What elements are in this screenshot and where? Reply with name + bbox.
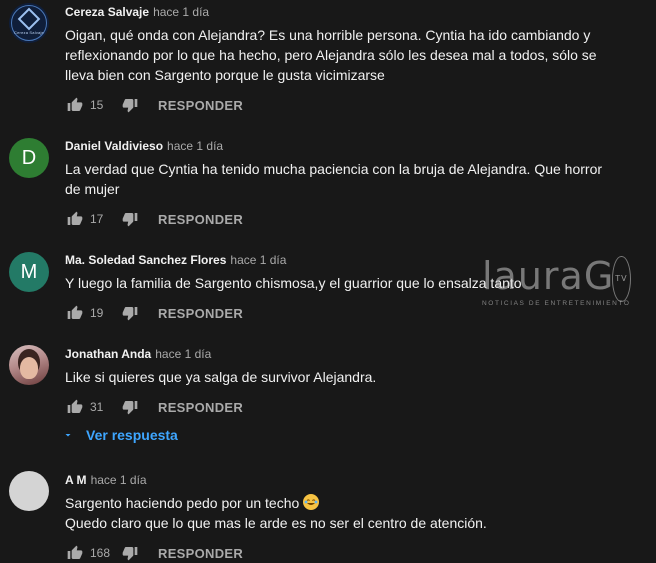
dislike-button[interactable]: [120, 303, 140, 323]
avatar[interactable]: Cereza Salvaje: [9, 3, 49, 43]
comment-header: Cereza Salvaje hace 1 día: [65, 5, 209, 19]
comment-text: Sargento haciendo pedo por un techo Qued…: [65, 494, 487, 531]
comment-text: Oigan, qué onda con Alejandra? Es una ho…: [65, 27, 597, 83]
like-count: 15: [90, 98, 104, 112]
face-with-tears-of-joy-icon: [303, 494, 320, 510]
like-button[interactable]: [65, 95, 85, 115]
comment-time[interactable]: hace 1 día: [167, 139, 223, 153]
comment-author[interactable]: Daniel Valdivieso: [65, 139, 163, 153]
comment-time[interactable]: hace 1 día: [91, 473, 147, 487]
like-count: 168: [90, 546, 111, 560]
avatar[interactable]: [9, 345, 49, 385]
dislike-button[interactable]: [120, 543, 140, 563]
avatar[interactable]: D: [9, 138, 49, 178]
comment-text: Like si quieres que ya salga de survivor…: [65, 369, 377, 385]
comment-actions: 17 RESPONDER: [65, 209, 243, 229]
like-count: 19: [90, 306, 104, 320]
thumbs-down-icon: [122, 99, 138, 113]
comment-header: Jonathan Anda hace 1 día: [65, 347, 211, 361]
comment-author[interactable]: Ma. Soledad Sanchez Flores: [65, 253, 226, 267]
comment-text: La verdad que Cyntia ha tenido mucha pac…: [65, 161, 603, 197]
comment-actions: 31 RESPONDER: [65, 397, 243, 417]
like-count: 17: [90, 212, 104, 226]
like-button[interactable]: [65, 209, 85, 229]
reply-button[interactable]: RESPONDER: [158, 400, 243, 415]
comment-time[interactable]: hace 1 día: [230, 253, 286, 267]
comment-header: A M hace 1 día: [65, 473, 147, 487]
avatar[interactable]: M: [9, 252, 49, 292]
comment-time[interactable]: hace 1 día: [155, 347, 211, 361]
thumbs-up-icon: [67, 399, 83, 413]
caret-down-icon: [65, 434, 71, 437]
view-replies-label: Ver respuesta: [86, 427, 178, 443]
comment-author[interactable]: A M: [65, 473, 87, 487]
comment-actions: 15 RESPONDER: [65, 95, 243, 115]
comment-header: Ma. Soledad Sanchez Flores hace 1 día: [65, 253, 286, 267]
profile-photo-icon: [20, 357, 38, 379]
comment-text: Y luego la familia de Sargento chismosa,…: [65, 275, 522, 291]
dislike-button[interactable]: [120, 397, 140, 417]
reply-button[interactable]: RESPONDER: [158, 546, 243, 561]
comment-header: Daniel Valdivieso hace 1 día: [65, 139, 223, 153]
reply-button[interactable]: RESPONDER: [158, 306, 243, 321]
thumbs-down-icon: [122, 213, 138, 227]
thumbs-down-icon: [122, 401, 138, 415]
thumbs-up-icon: [67, 211, 83, 225]
comment-time[interactable]: hace 1 día: [153, 5, 209, 19]
comment-author[interactable]: Cereza Salvaje: [65, 5, 149, 19]
avatar[interactable]: [9, 471, 49, 511]
channel-logo-icon: Cereza Salvaje: [11, 5, 47, 41]
thumbs-up-icon: [67, 305, 83, 319]
like-button[interactable]: [65, 543, 85, 563]
view-replies-button[interactable]: Ver respuesta: [62, 427, 178, 443]
watermark-tagline: NOTICIAS DE ENTRETENIMIENTO: [482, 300, 631, 307]
comment-actions: 168 RESPONDER: [65, 543, 243, 563]
reply-button[interactable]: RESPONDER: [158, 212, 243, 227]
dislike-button[interactable]: [120, 95, 140, 115]
like-button[interactable]: [65, 303, 85, 323]
comment-author[interactable]: Jonathan Anda: [65, 347, 151, 361]
thumbs-down-icon: [122, 307, 138, 321]
reply-button[interactable]: RESPONDER: [158, 98, 243, 113]
thumbs-up-icon: [67, 97, 83, 111]
dislike-button[interactable]: [120, 209, 140, 229]
like-count: 31: [90, 400, 104, 414]
comment-actions: 19 RESPONDER: [65, 303, 243, 323]
like-button[interactable]: [65, 397, 85, 417]
